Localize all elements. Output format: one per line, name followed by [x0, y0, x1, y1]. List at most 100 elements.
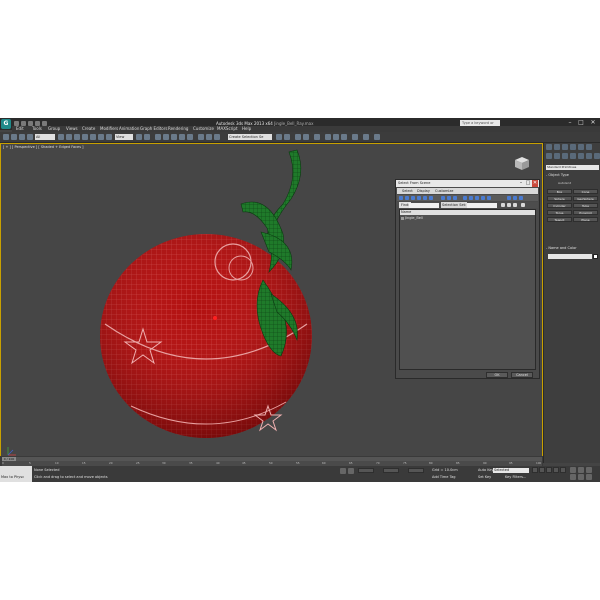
environment-icon[interactable]	[374, 134, 380, 140]
geosphere-button[interactable]: GeoSphere	[573, 196, 598, 201]
select-manipulate-icon[interactable]	[144, 134, 150, 140]
display-children-icon[interactable]	[463, 196, 467, 200]
space-warps-icon[interactable]	[586, 153, 592, 159]
scale-icon[interactable]	[106, 134, 112, 140]
rect-selection-icon[interactable]	[74, 134, 80, 140]
set-key-button[interactable]: Set Key	[478, 475, 491, 479]
mirror-icon[interactable]	[206, 134, 212, 140]
lights-icon[interactable]	[562, 153, 568, 159]
selset-add-icon[interactable]	[501, 203, 505, 207]
zoom-all-icon[interactable]	[578, 467, 584, 473]
render-active-icon[interactable]	[352, 134, 358, 140]
unlink-icon[interactable]	[27, 134, 33, 140]
move-icon[interactable]	[90, 134, 96, 140]
zoom-icon[interactable]	[570, 467, 576, 473]
sync-selection-icon[interactable]	[475, 196, 479, 200]
selset-edit-icon[interactable]	[513, 203, 517, 207]
angle-snap-icon[interactable]	[171, 134, 177, 140]
plane-button[interactable]: Plane	[573, 217, 598, 222]
snaps-toggle-icon[interactable]	[163, 134, 169, 140]
tube-button[interactable]: Tube	[573, 203, 598, 208]
display-hierarchy-icon[interactable]	[487, 196, 491, 200]
object-color-swatch[interactable]	[593, 254, 598, 259]
isolate-selection-icon[interactable]	[340, 468, 346, 474]
find-case-icon[interactable]	[481, 196, 485, 200]
dialog-close-button[interactable]: ✕	[532, 180, 538, 187]
autogrid-checkbox[interactable]: AutoGrid	[558, 181, 571, 185]
sphere-button[interactable]: Sphere	[547, 196, 572, 201]
cylinder-button[interactable]: Cylinder	[547, 203, 572, 208]
render-production-icon[interactable]	[341, 134, 347, 140]
display-cameras-icon[interactable]	[417, 196, 421, 200]
graphite-ribbon-icon[interactable]	[284, 134, 290, 140]
align-icon[interactable]	[214, 134, 220, 140]
key-filters-button[interactable]: Key Filters...	[505, 475, 526, 479]
zoom-extents-icon[interactable]	[586, 467, 592, 473]
dialog-maximize-button[interactable]: □	[525, 180, 531, 187]
dialog-menu-select[interactable]: Select	[402, 188, 413, 194]
material-editor-icon[interactable]	[314, 134, 320, 140]
app-logo-icon[interactable]: G	[1, 119, 11, 129]
display-helpers-icon[interactable]	[423, 196, 427, 200]
x-coordinate-field[interactable]	[358, 468, 374, 473]
selection-set-input[interactable]	[467, 202, 497, 208]
reference-coord-dropdown[interactable]: View	[115, 134, 133, 140]
display-lights-icon[interactable]	[411, 196, 415, 200]
scene-object-list[interactable]: Name Jingle_Bell	[399, 209, 536, 370]
teapot-button[interactable]: Teapot	[547, 217, 572, 222]
select-all-icon[interactable]	[441, 196, 445, 200]
columns-icon[interactable]	[519, 196, 523, 200]
link-icon[interactable]	[19, 134, 25, 140]
select-by-name-icon[interactable]	[66, 134, 72, 140]
dialog-minimize-button[interactable]: –	[518, 180, 524, 187]
object-name-field[interactable]	[548, 254, 592, 259]
settings-icon[interactable]	[513, 196, 517, 200]
next-frame-icon[interactable]	[553, 467, 559, 473]
create-tab-icon[interactable]	[546, 144, 552, 150]
column-header-name[interactable]: Name	[400, 210, 535, 215]
redo-toolbar-icon[interactable]	[11, 134, 17, 140]
y-coordinate-field[interactable]	[383, 468, 399, 473]
maxscript-listener[interactable]: Max to Physc	[0, 466, 32, 482]
pivot-icon[interactable]	[136, 134, 142, 140]
display-shapes-icon[interactable]	[405, 196, 409, 200]
cone-button[interactable]: Cone	[573, 189, 598, 194]
layer-manager-icon[interactable]	[276, 134, 282, 140]
viewcube-icon[interactable]	[511, 154, 533, 172]
add-time-tag[interactable]: Add Time Tag	[432, 475, 456, 479]
select-none-icon[interactable]	[447, 196, 451, 200]
edit-named-sets-icon[interactable]	[198, 134, 204, 140]
keyboard-shortcut-icon[interactable]	[155, 134, 161, 140]
hierarchy-tab-icon[interactable]	[562, 144, 568, 150]
shapes-icon[interactable]	[554, 153, 560, 159]
list-item[interactable]: Jingle_Bell	[401, 216, 423, 220]
systems-icon[interactable]	[594, 153, 600, 159]
name-color-rollout[interactable]: - Name and Color	[546, 246, 577, 251]
curve-editor-icon[interactable]	[295, 134, 301, 140]
auto-key-mode-dropdown[interactable]: Selected	[493, 467, 529, 473]
dialog-menu-customize[interactable]: Customize	[435, 188, 453, 194]
find-input[interactable]	[409, 202, 439, 208]
previous-frame-icon[interactable]	[539, 467, 545, 473]
geometry-icon[interactable]	[546, 153, 552, 159]
selection-filter-dropdown[interactable]: All	[35, 134, 55, 140]
display-tab-icon[interactable]	[578, 144, 584, 150]
window-crossing-icon[interactable]	[82, 134, 88, 140]
primitive-category-dropdown[interactable]: Standard Primitives	[546, 165, 599, 170]
named-selection-dropdown[interactable]: Create Selection Se	[228, 134, 272, 140]
auto-key-button[interactable]: Auto Key	[478, 468, 494, 472]
undo-toolbar-icon[interactable]	[3, 134, 9, 140]
rendered-frame-icon[interactable]	[333, 134, 339, 140]
display-influences-icon[interactable]	[469, 196, 473, 200]
helpers-icon[interactable]	[578, 153, 584, 159]
modify-tab-icon[interactable]	[554, 144, 560, 150]
go-to-start-icon[interactable]	[532, 467, 538, 473]
selset-options-icon[interactable]	[521, 203, 525, 207]
motion-tab-icon[interactable]	[570, 144, 576, 150]
pan-view-icon[interactable]	[578, 474, 584, 480]
cancel-button[interactable]: Cancel	[511, 372, 533, 378]
pyramid-button[interactable]: Pyramid	[573, 210, 598, 215]
dialog-menu-display[interactable]: Display	[417, 188, 430, 194]
z-coordinate-field[interactable]	[408, 468, 424, 473]
field-of-view-icon[interactable]	[570, 474, 576, 480]
